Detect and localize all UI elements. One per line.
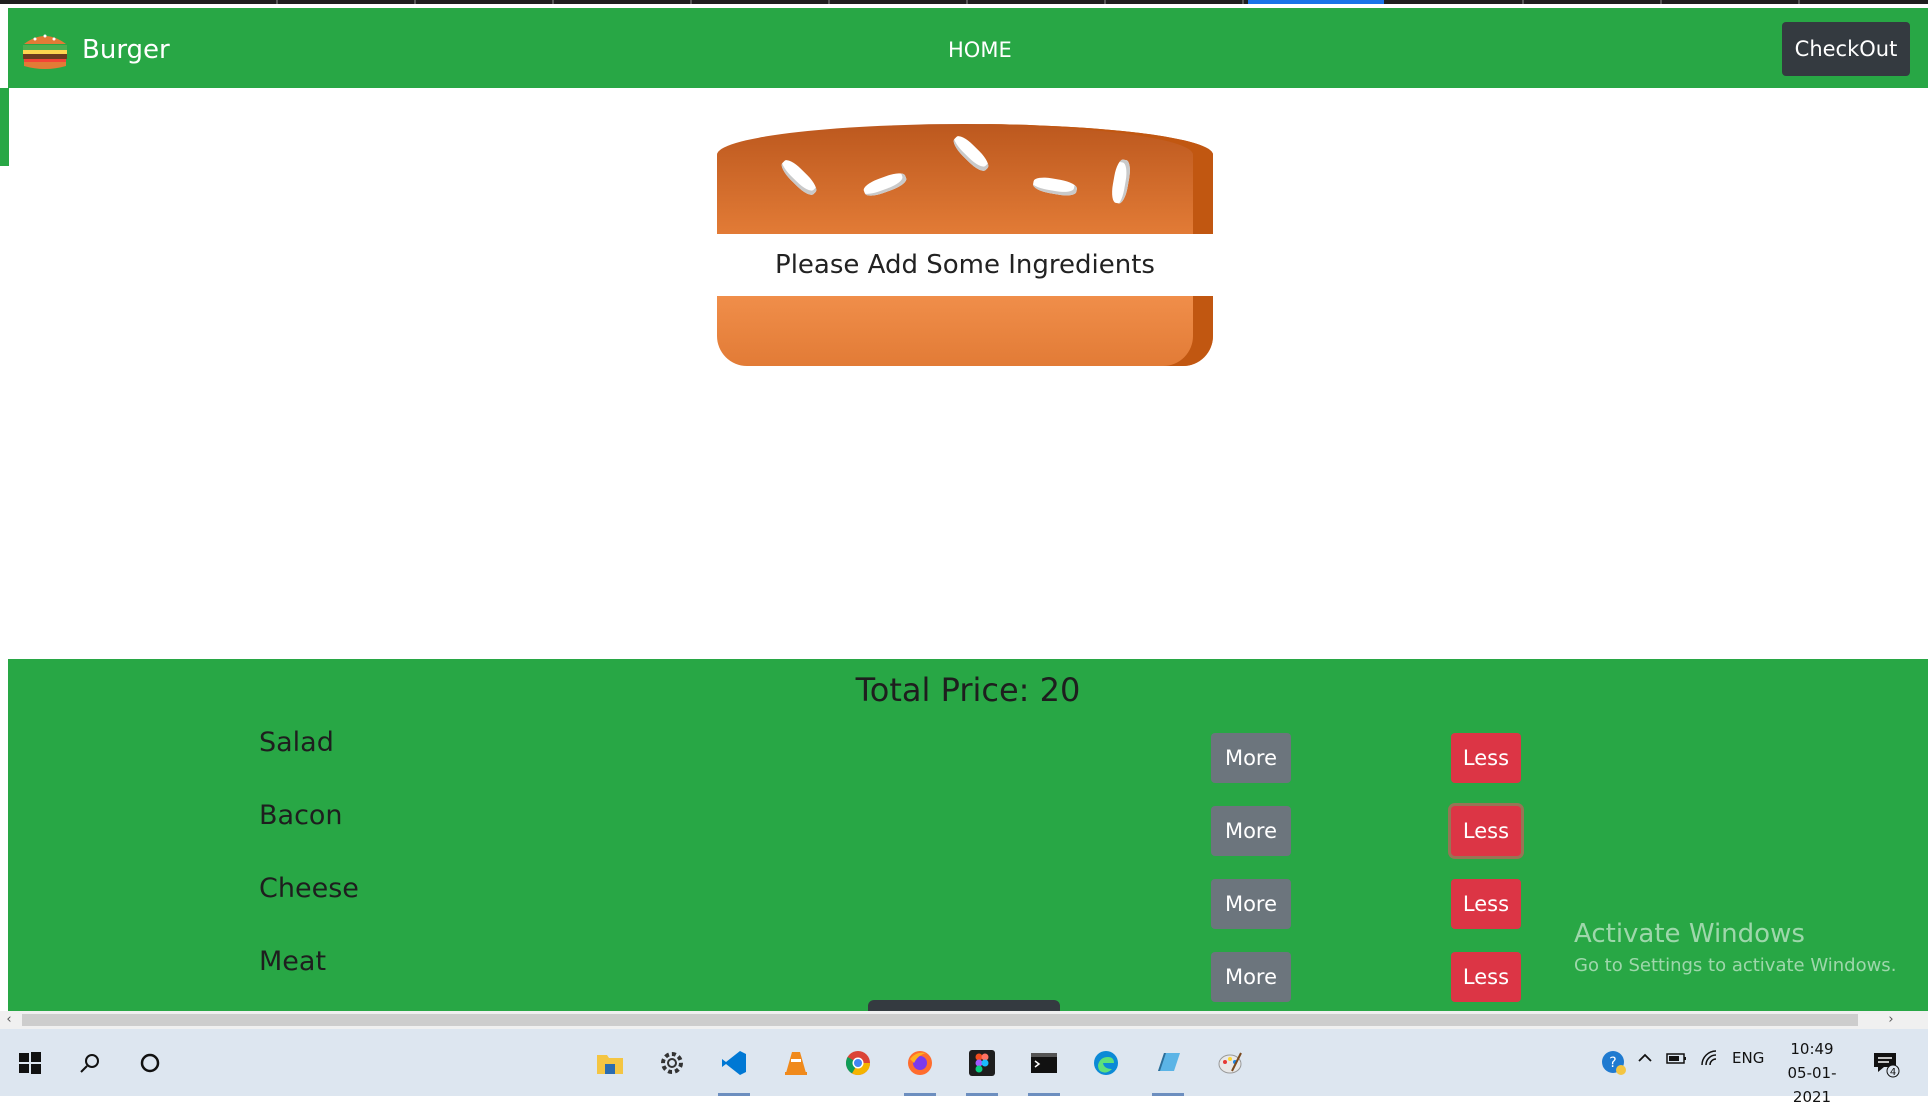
- total-price: Total Price: 20: [855, 671, 1081, 709]
- nav-home-link[interactable]: HOME: [948, 38, 1012, 62]
- scroll-right-icon[interactable]: ›: [1882, 1011, 1900, 1029]
- clock-date: 05-01-2021: [1787, 1064, 1837, 1106]
- browser-tab[interactable]: [554, 0, 692, 4]
- scrollbar-thumb[interactable]: [22, 1014, 1858, 1026]
- browser-tab[interactable]: [1386, 0, 1524, 4]
- bun-bottom: [717, 296, 1213, 366]
- bun-top: [717, 124, 1213, 234]
- windows-taskbar: ? ENG 10:49 05-01-2021 4: [0, 1029, 1928, 1106]
- sesame-seed: [1109, 158, 1133, 205]
- wifi-icon[interactable]: [1700, 1049, 1722, 1071]
- chevron-up-icon[interactable]: [1636, 1049, 1654, 1071]
- more-salad-button[interactable]: More: [1211, 733, 1291, 783]
- less-bacon-button[interactable]: Less: [1451, 806, 1521, 856]
- settings-icon[interactable]: [652, 1043, 692, 1083]
- system-clock[interactable]: 10:49 05-01-2021: [1771, 1037, 1853, 1109]
- less-cheese-button[interactable]: Less: [1451, 879, 1521, 929]
- left-gap: [0, 659, 8, 689]
- ingredient-label: Cheese: [259, 873, 359, 904]
- notification-center-icon[interactable]: 4: [1866, 1043, 1906, 1083]
- browser-tab[interactable]: [1662, 0, 1800, 4]
- vlc-icon[interactable]: [776, 1043, 816, 1083]
- burger-preview: Please Add Some Ingredients: [717, 124, 1213, 366]
- sesame-seed: [950, 132, 992, 175]
- scroll-left-icon[interactable]: ‹: [0, 1011, 18, 1029]
- more-cheese-button[interactable]: More: [1211, 879, 1291, 929]
- browser-tab[interactable]: [1524, 0, 1662, 4]
- cortana-icon[interactable]: [130, 1043, 170, 1083]
- sesame-seed: [1032, 175, 1078, 198]
- ingredient-row-cheese: Cheese More Less: [8, 873, 1928, 929]
- browser-tab-active[interactable]: [1248, 0, 1384, 4]
- checkout-button[interactable]: CheckOut: [1782, 22, 1910, 76]
- battery-icon[interactable]: [1666, 1049, 1688, 1071]
- brand[interactable]: Burger: [20, 28, 170, 72]
- start-icon[interactable]: [10, 1043, 50, 1083]
- notification-count: 4: [1890, 1067, 1896, 1078]
- sesame-seed: [778, 156, 820, 199]
- browser-tab[interactable]: [968, 0, 1106, 4]
- paint-icon[interactable]: [1210, 1043, 1250, 1083]
- activate-windows-subtitle: Go to Settings to activate Windows.: [1574, 955, 1897, 976]
- activate-windows-title: Activate Windows: [1574, 919, 1805, 949]
- edge-icon[interactable]: [1086, 1043, 1126, 1083]
- browser-tab[interactable]: [1106, 0, 1244, 4]
- language-indicator[interactable]: ENG: [1732, 1049, 1764, 1067]
- empty-burger-message: Please Add Some Ingredients: [717, 234, 1213, 296]
- vscode-icon[interactable]: [714, 1043, 754, 1096]
- browser-tab[interactable]: [278, 0, 416, 4]
- sesame-seed: [861, 169, 909, 200]
- ingredient-label: Salad: [259, 727, 334, 758]
- figma-icon[interactable]: [962, 1043, 1002, 1096]
- chrome-icon[interactable]: [838, 1043, 878, 1083]
- less-salad-button[interactable]: Less: [1451, 733, 1521, 783]
- help-icon[interactable]: ?: [1594, 1043, 1634, 1083]
- browser-tab[interactable]: [830, 0, 968, 4]
- terminal-icon[interactable]: [1024, 1043, 1064, 1096]
- left-accent-bar: [0, 88, 9, 166]
- file-explorer-icon[interactable]: [590, 1043, 630, 1083]
- app-icon[interactable]: [1148, 1043, 1188, 1096]
- clock-time: 10:49: [1790, 1040, 1834, 1058]
- navbar: Burger HOME CheckOut: [8, 8, 1928, 88]
- ingredient-label: Meat: [259, 946, 327, 977]
- burger-logo-icon: [23, 34, 67, 69]
- ingredient-row-bacon: Bacon More Less: [8, 800, 1928, 856]
- ingredient-row-salad: Salad More Less: [8, 727, 1928, 783]
- less-meat-button[interactable]: Less: [1451, 952, 1521, 1002]
- browser-tab[interactable]: [416, 0, 554, 4]
- horizontal-scrollbar[interactable]: ‹ ›: [0, 1011, 1928, 1029]
- ingredient-label: Bacon: [259, 800, 343, 831]
- brand-title: Burger: [82, 35, 170, 65]
- browser-tab[interactable]: [692, 0, 830, 4]
- more-bacon-button[interactable]: More: [1211, 806, 1291, 856]
- more-meat-button[interactable]: More: [1211, 952, 1291, 1002]
- browser-tab[interactable]: [0, 0, 278, 4]
- browser-tab-strip: [0, 0, 1928, 4]
- svg-text:?: ?: [1609, 1055, 1616, 1071]
- firefox-icon[interactable]: [900, 1043, 940, 1096]
- search-icon[interactable]: [70, 1043, 110, 1083]
